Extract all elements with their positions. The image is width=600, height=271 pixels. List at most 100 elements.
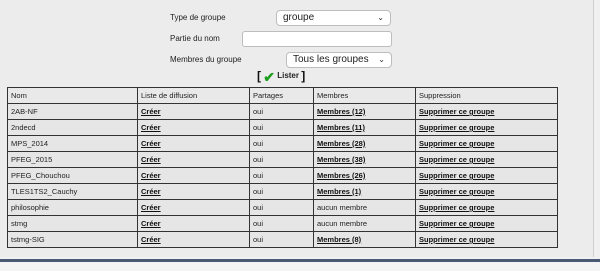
- members-link[interactable]: Membres (12): [317, 107, 365, 116]
- list-button-label: Lister: [277, 71, 299, 81]
- delete-group-cell: Supprimer ce groupe: [415, 103, 558, 120]
- create-diffusion-link[interactable]: Créer: [141, 171, 161, 180]
- table-row: stmg Créer oui aucun membre Supprimer ce gro…: [7, 215, 558, 232]
- bracket-close: ]: [301, 69, 306, 83]
- create-diffusion-link[interactable]: Créer: [141, 123, 161, 132]
- create-diffusion-link[interactable]: Créer: [141, 139, 161, 148]
- group-name-text: philosophie: [11, 203, 49, 212]
- delete-group-link[interactable]: Supprimer ce groupe: [419, 203, 494, 212]
- checkmark-icon: ✔: [263, 69, 275, 85]
- partages-cell: oui: [249, 199, 314, 216]
- partages-cell: oui: [249, 231, 314, 248]
- delete-group-link[interactable]: Supprimer ce groupe: [419, 107, 494, 116]
- group-name-cell: MPS_2014: [7, 135, 138, 152]
- members-text: aucun membre: [317, 203, 368, 212]
- create-diffusion-cell: Créer: [137, 151, 250, 168]
- members-cell: Membres (38): [313, 151, 416, 168]
- group-name-cell: PFEG_Chouchou: [7, 167, 138, 184]
- create-diffusion-cell: Créer: [137, 119, 250, 136]
- col-header-partages: Partages: [249, 87, 314, 104]
- delete-group-link[interactable]: Supprimer ce groupe: [419, 219, 494, 228]
- group-name-cell: TLES1TS2_Cauchy: [7, 183, 138, 200]
- partages-text: oui: [253, 235, 264, 244]
- members-cell: aucun membre: [313, 215, 416, 232]
- type-select[interactable]: groupe ⌄: [276, 10, 391, 26]
- list-button[interactable]: [ ✔ Lister ]: [257, 68, 306, 85]
- members-cell: Membres (1): [313, 183, 416, 200]
- create-diffusion-cell: Créer: [137, 231, 250, 248]
- delete-group-cell: Supprimer ce groupe: [415, 183, 558, 200]
- partages-cell: oui: [249, 119, 314, 136]
- create-diffusion-link[interactable]: Créer: [141, 107, 161, 116]
- members-link[interactable]: Membres (1): [317, 187, 361, 196]
- group-name-cell: 2ndecd: [7, 119, 138, 136]
- partages-cell: oui: [249, 215, 314, 232]
- table-row: 2AB-NF Créer oui Membres (12) Supprimer ce g…: [7, 103, 558, 120]
- partages-text: oui: [253, 123, 264, 132]
- delete-group-cell: Supprimer ce groupe: [415, 167, 558, 184]
- col-header-diffusion: Liste de diffusion: [137, 87, 250, 104]
- delete-group-link[interactable]: Supprimer ce groupe: [419, 187, 494, 196]
- delete-group-cell: Supprimer ce groupe: [415, 199, 558, 216]
- members-link[interactable]: Membres (11): [317, 123, 365, 132]
- type-select-value: groupe: [283, 12, 315, 23]
- create-diffusion-cell: Créer: [137, 167, 250, 184]
- name-row: Partie du nom: [0, 30, 600, 48]
- create-diffusion-link[interactable]: Créer: [141, 187, 161, 196]
- col-header-name: Nom: [7, 87, 138, 104]
- members-label: Membres du groupe: [170, 55, 242, 64]
- group-name-cell: stmg: [7, 215, 138, 232]
- partages-cell: oui: [249, 103, 314, 120]
- members-link[interactable]: Membres (38): [317, 155, 365, 164]
- bracket-open: [: [257, 69, 261, 83]
- members-link[interactable]: Membres (8): [317, 235, 361, 244]
- name-input[interactable]: [242, 31, 392, 47]
- name-label: Partie du nom: [170, 34, 220, 43]
- members-select[interactable]: Tous les groupes ⌄: [286, 52, 392, 68]
- create-diffusion-cell: Créer: [137, 103, 250, 120]
- members-cell: Membres (26): [313, 167, 416, 184]
- members-cell: Membres (12): [313, 103, 416, 120]
- partages-cell: oui: [249, 183, 314, 200]
- partages-text: oui: [253, 107, 264, 116]
- partages-text: oui: [253, 171, 264, 180]
- members-select-value: Tous les groupes: [293, 54, 369, 65]
- table-row: MPS_2014 Créer oui Membres (28) Supprimer ce…: [7, 135, 558, 152]
- partages-text: oui: [253, 139, 264, 148]
- delete-group-link[interactable]: Supprimer ce groupe: [419, 139, 494, 148]
- partages-text: oui: [253, 187, 264, 196]
- partages-text: oui: [253, 219, 264, 228]
- group-name-cell: tstmg-SIG: [7, 231, 138, 248]
- members-link[interactable]: Membres (28): [317, 139, 365, 148]
- delete-group-link[interactable]: Supprimer ce groupe: [419, 171, 494, 180]
- partages-cell: oui: [249, 151, 314, 168]
- group-name-text: 2AB-NF: [11, 107, 38, 116]
- members-row: Membres du groupe Tous les groupes ⌄: [0, 51, 600, 69]
- members-text: aucun membre: [317, 219, 368, 228]
- group-name-text: stmg: [11, 219, 28, 228]
- partages-text: oui: [253, 155, 264, 164]
- chevron-down-icon: ⌄: [377, 13, 384, 22]
- create-diffusion-link[interactable]: Créer: [141, 203, 161, 212]
- delete-group-link[interactable]: Supprimer ce groupe: [419, 235, 494, 244]
- members-link[interactable]: Membres (26): [317, 171, 365, 180]
- group-search-panel: Type de groupe groupe ⌄ Partie du nom Me…: [0, 0, 594, 257]
- group-name-cell: 2AB-NF: [7, 103, 138, 120]
- members-cell: Membres (28): [313, 135, 416, 152]
- col-header-membres: Membres: [313, 87, 416, 104]
- create-diffusion-cell: Créer: [137, 215, 250, 232]
- members-cell: aucun membre: [313, 199, 416, 216]
- delete-group-link[interactable]: Supprimer ce groupe: [419, 123, 494, 132]
- create-diffusion-link[interactable]: Créer: [141, 155, 161, 164]
- group-name-text: PFEG_Chouchou: [11, 171, 70, 180]
- delete-group-link[interactable]: Supprimer ce groupe: [419, 155, 494, 164]
- create-diffusion-link[interactable]: Créer: [141, 219, 161, 228]
- group-name-text: PFEG_2015: [11, 155, 53, 164]
- type-row: Type de groupe groupe ⌄: [0, 9, 600, 27]
- create-diffusion-link[interactable]: Créer: [141, 235, 161, 244]
- delete-group-cell: Supprimer ce groupe: [415, 119, 558, 136]
- table-row: PFEG_2015 Créer oui Membres (38) Supprimer c…: [7, 151, 558, 168]
- group-name-text: tstmg-SIG: [11, 235, 45, 244]
- footer-area: [0, 262, 600, 271]
- partages-text: oui: [253, 203, 264, 212]
